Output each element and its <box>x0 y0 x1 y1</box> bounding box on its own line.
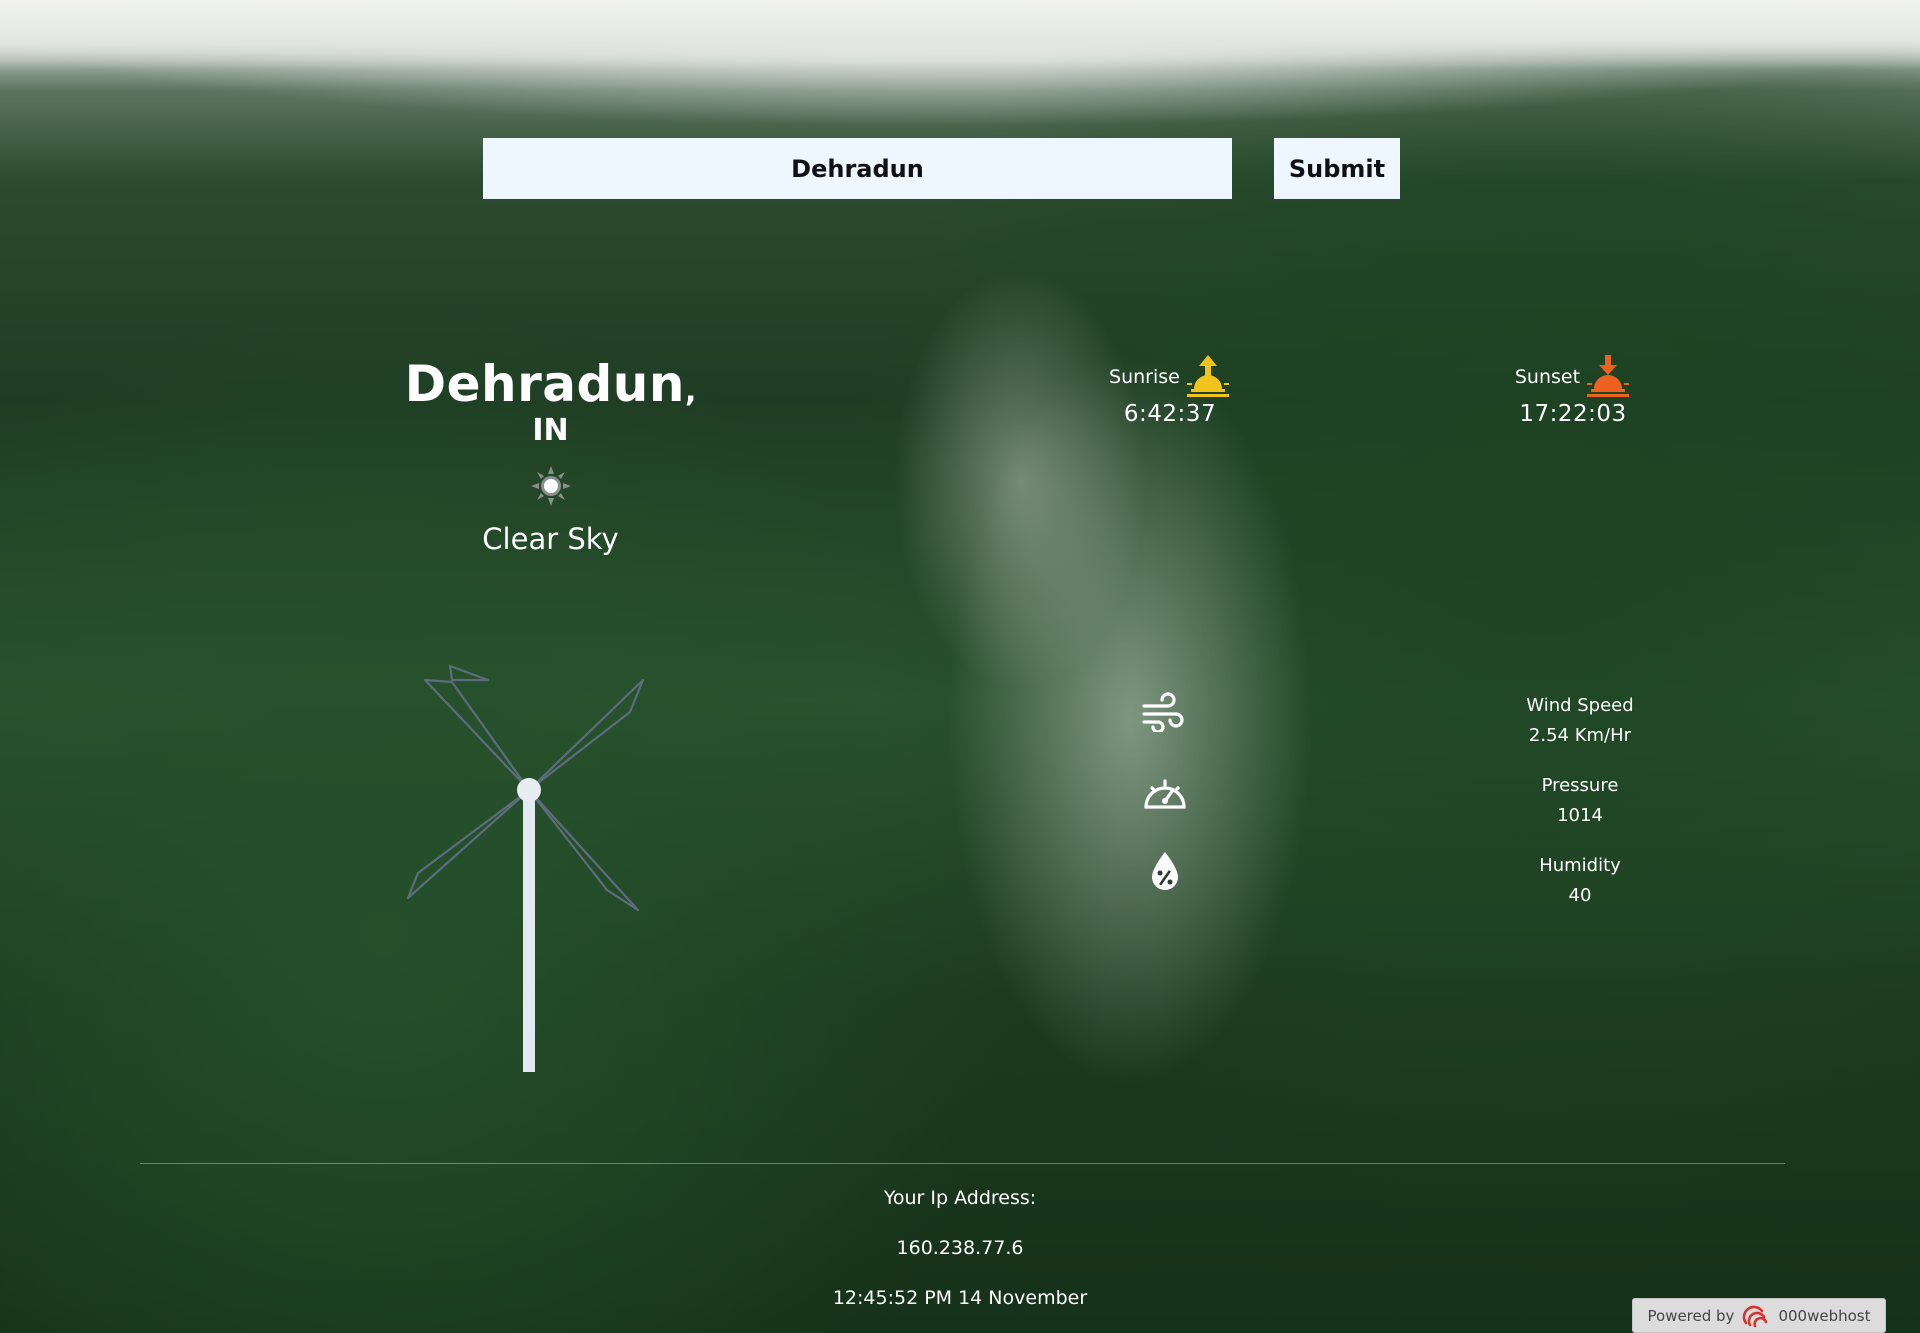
footer-divider <box>140 1163 1785 1164</box>
sunrise-info: Sunrise 6:42:37 <box>1100 355 1240 427</box>
host-logo-icon <box>1743 1305 1768 1327</box>
ip-label: Your Ip Address: <box>883 1187 1037 1209</box>
humidity-stat: Humidity 40 <box>1480 851 1680 911</box>
pressure-stat: Pressure 1014 <box>1480 771 1680 831</box>
humidity-value: 40 <box>1568 885 1592 906</box>
current-datetime: 12:45:52 PM 14 November <box>832 1287 1088 1309</box>
weather-description: Clear Sky <box>482 522 619 556</box>
submit-button[interactable]: Submit <box>1274 138 1400 199</box>
pressure-label: Pressure <box>1541 775 1619 796</box>
clear-sky-icon <box>530 466 571 506</box>
humidity-label: Humidity <box>1539 855 1621 876</box>
sunset-icon <box>1587 355 1630 397</box>
wind-speed-label: Wind Speed <box>1526 695 1634 716</box>
humidity-drop-icon <box>1152 852 1178 890</box>
powered-by-badge[interactable]: Powered by 000webhost <box>1632 1298 1886 1333</box>
wind-speed-value: 2.54 Km/Hr <box>1528 725 1632 746</box>
city-search-input[interactable] <box>483 138 1232 199</box>
ip-address: 160.238.77.6 <box>896 1237 1024 1259</box>
badge-prefix: Powered by <box>1647 1306 1735 1325</box>
sunrise-icon <box>1186 355 1229 397</box>
wind-speed-stat: Wind Speed 2.54 Km/Hr <box>1480 691 1680 751</box>
city-name: Dehradun <box>404 355 685 413</box>
current-weather: Dehradun, IN Clear Sky <box>388 355 713 556</box>
sunset-time: 17:22:03 <box>1519 401 1627 427</box>
pressure-value: 1014 <box>1557 805 1603 826</box>
windmill-illustration <box>406 664 645 1072</box>
badge-brand: 000webhost <box>1778 1306 1871 1325</box>
wind-icon <box>1142 692 1184 732</box>
sunset-label: Sunset <box>1514 366 1581 388</box>
location-title: Dehradun, IN <box>388 355 713 448</box>
sunset-info: Sunset 17:22:03 <box>1508 355 1638 427</box>
sunrise-label: Sunrise <box>1109 366 1180 388</box>
pressure-gauge-icon <box>1144 779 1186 809</box>
sunrise-time: 6:42:37 <box>1123 401 1217 427</box>
background-fog <box>0 0 1920 70</box>
